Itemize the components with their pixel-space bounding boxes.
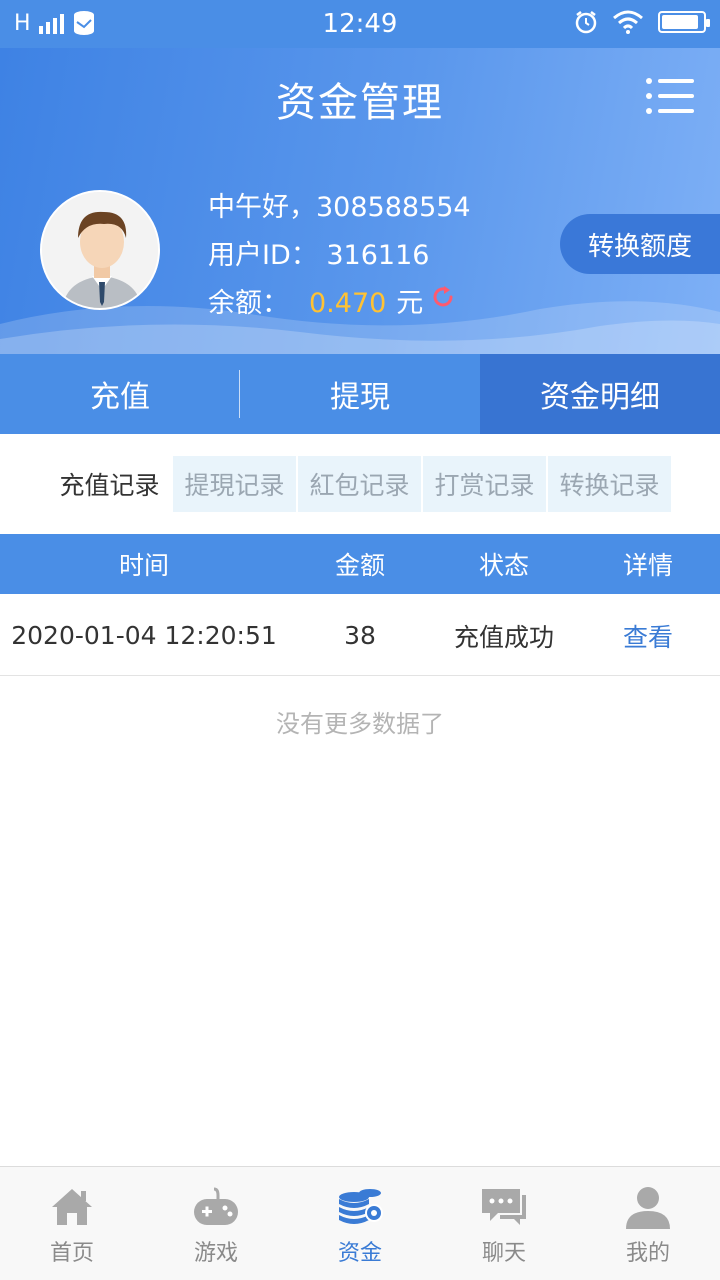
cell-time: 2020-01-04 12:20:51 [11,621,277,650]
nav-funds-label: 资金 [337,1241,382,1266]
convert-quota-button[interactable]: 转换额度 [560,214,720,274]
column-detail: 详情 [622,551,673,580]
no-more-data-note: 没有更多数据了 [276,710,444,738]
user-avatar-icon [42,192,158,308]
nav-home[interactable]: 首页 [0,1167,144,1280]
nav-chat[interactable]: 聊天 [432,1167,576,1280]
status-right [574,10,710,34]
view-detail-link[interactable]: 查看 [576,596,720,675]
subtab-redpacket-records[interactable]: 紅包记录 [298,456,421,512]
subtab-convert-records[interactable]: 转换记录 [548,456,671,512]
nav-funds[interactable]: 资金 [288,1167,432,1280]
user-id-label: 用户ID： [208,240,318,271]
battery-icon [658,11,710,33]
tab-recharge[interactable]: 充值 [0,354,240,434]
nav-games[interactable]: 游戏 [144,1167,288,1280]
tab-fund-details-label: 资金明细 [540,380,660,415]
wave-decoration [0,301,720,354]
subtab-tip-records[interactable]: 打赏记录 [423,456,546,512]
subtab-withdraw-records[interactable]: 提現记录 [173,456,296,512]
user-icon [626,1187,670,1229]
wifi-icon [613,10,643,34]
cell-amount: 38 [344,621,376,650]
nav-profile-label: 我的 [625,1241,670,1266]
coins-gear-icon [339,1189,383,1224]
home-icon [52,1189,92,1225]
tab-withdraw[interactable]: 提現 [240,354,480,434]
bottom-nav: 首页 游戏 资金 聊天 我的 [0,1166,720,1280]
record-type-tabs: 充值记录 提現记录 紅包记录 打赏记录 转换记录 [48,456,671,512]
tab-fund-details[interactable]: 资金明细 [480,354,720,434]
column-time: 时间 [118,551,169,580]
greeting: 中午好，308588554 [208,192,471,223]
table-header: 时间 金额 状态 详情 [0,534,720,594]
chat-icon [482,1189,526,1225]
user-id-line: 用户ID： 316116 [208,232,471,280]
column-status: 状态 [478,551,529,580]
gamepad-icon [194,1187,238,1225]
tab-withdraw-label: 提現 [330,380,390,415]
user-id-value: 316116 [326,240,430,271]
nav-profile[interactable]: 我的 [576,1167,720,1280]
nav-home-label: 首页 [49,1241,94,1266]
main-tabs: 充值 提現 资金明细 [0,354,720,434]
column-amount: 金额 [334,551,385,580]
battery-level [662,15,698,29]
nav-games-label: 游戏 [193,1241,238,1266]
subtab-recharge-records[interactable]: 充值记录 [48,456,171,512]
status-bar: H 12:49 [0,0,720,48]
nav-chat-label: 聊天 [481,1241,526,1266]
table-row: 2020-01-04 12:20:51 38 充值成功 查看 [0,596,720,676]
avatar[interactable] [40,190,160,310]
account-header: 资金管理 中午好，308588554 用户ID： 316116 余额： 0.470… [0,48,720,354]
menu-button[interactable] [646,78,694,114]
cell-status: 充值成功 [453,622,554,652]
page-title: 资金管理 [276,80,444,126]
alarm-icon [575,11,597,34]
tab-recharge-label: 充值 [90,380,150,415]
